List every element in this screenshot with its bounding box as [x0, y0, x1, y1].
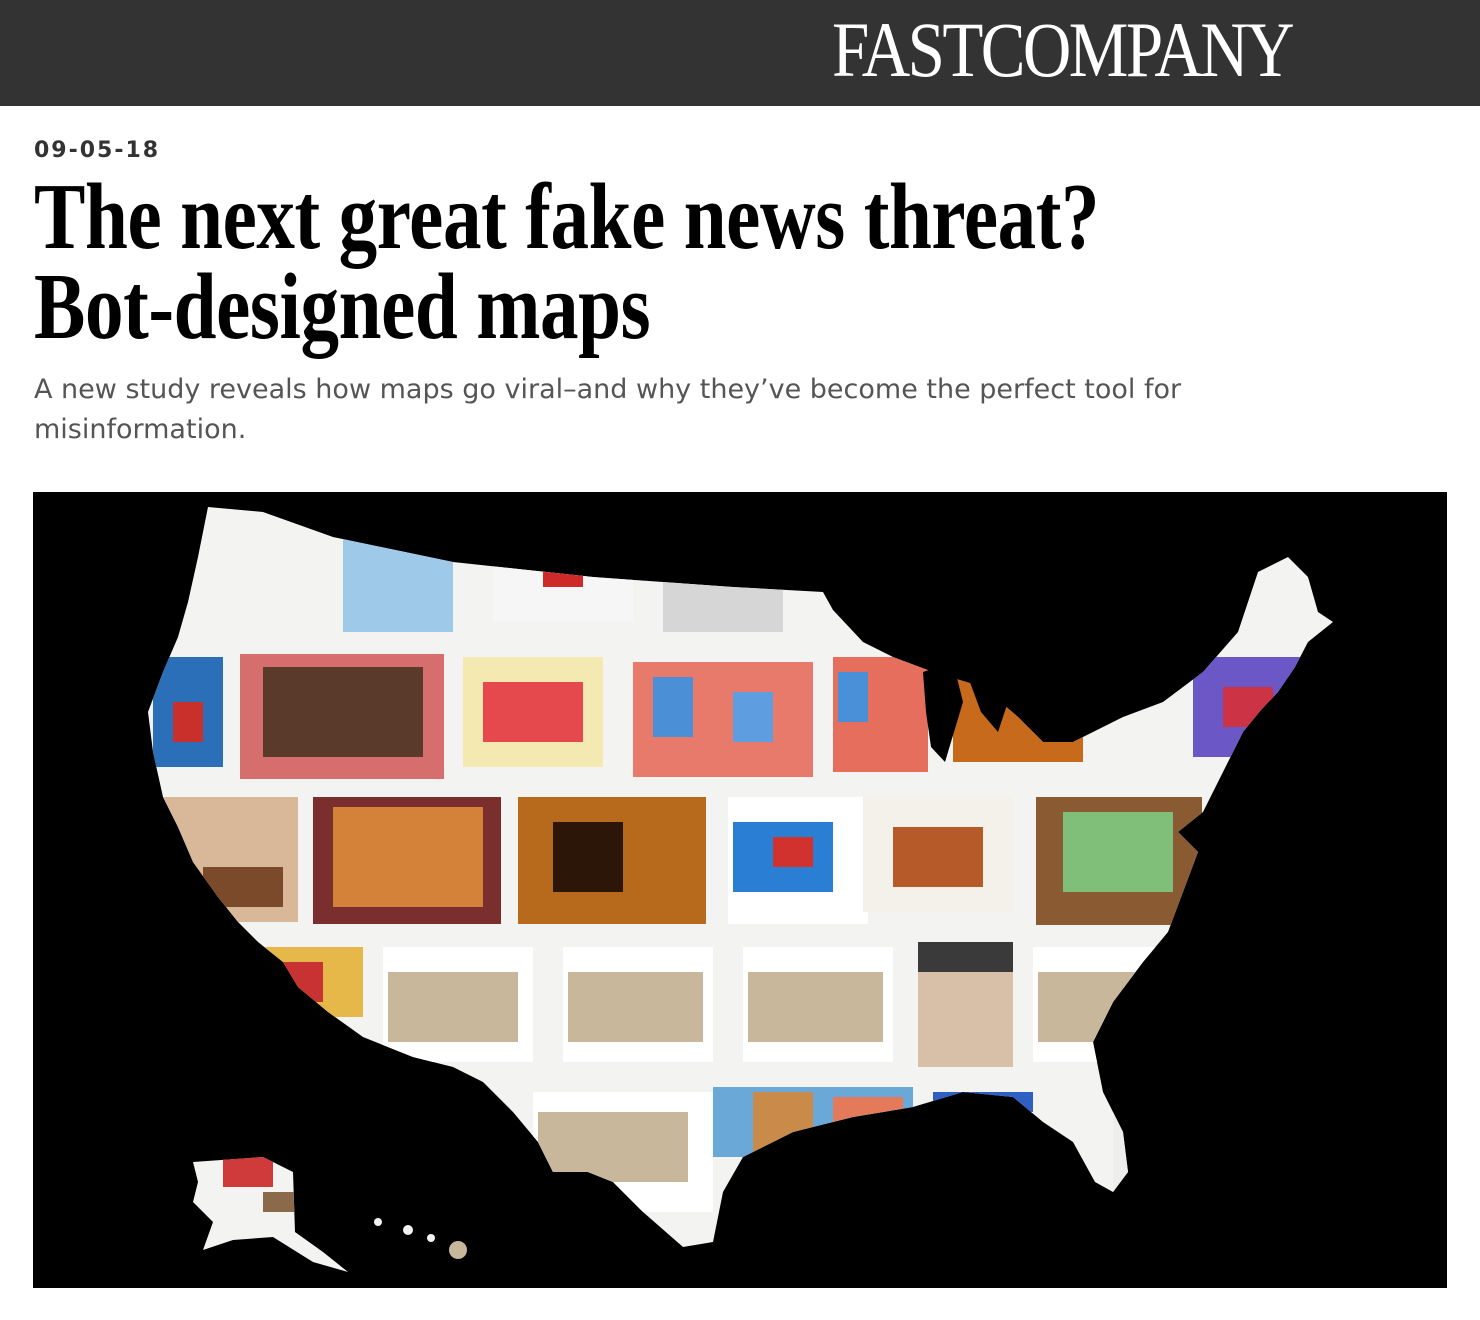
headline-line-2: Bot-designed maps [34, 255, 651, 359]
article-headline: The next great fake news threat? Bot-des… [34, 170, 1198, 354]
article-dek: A new study reveals how maps go viral–an… [34, 374, 1182, 445]
fast-company-logo[interactable]: FASTCOMPANY [832, 8, 1295, 92]
article-date: 09-05-18 [34, 138, 161, 163]
site-header: FASTCOMPANY [0, 0, 1480, 106]
headline-line-1: The next great fake news threat? [34, 165, 1100, 269]
us-map-collage-image [33, 492, 1447, 1288]
hero-image[interactable] [33, 492, 1447, 1288]
